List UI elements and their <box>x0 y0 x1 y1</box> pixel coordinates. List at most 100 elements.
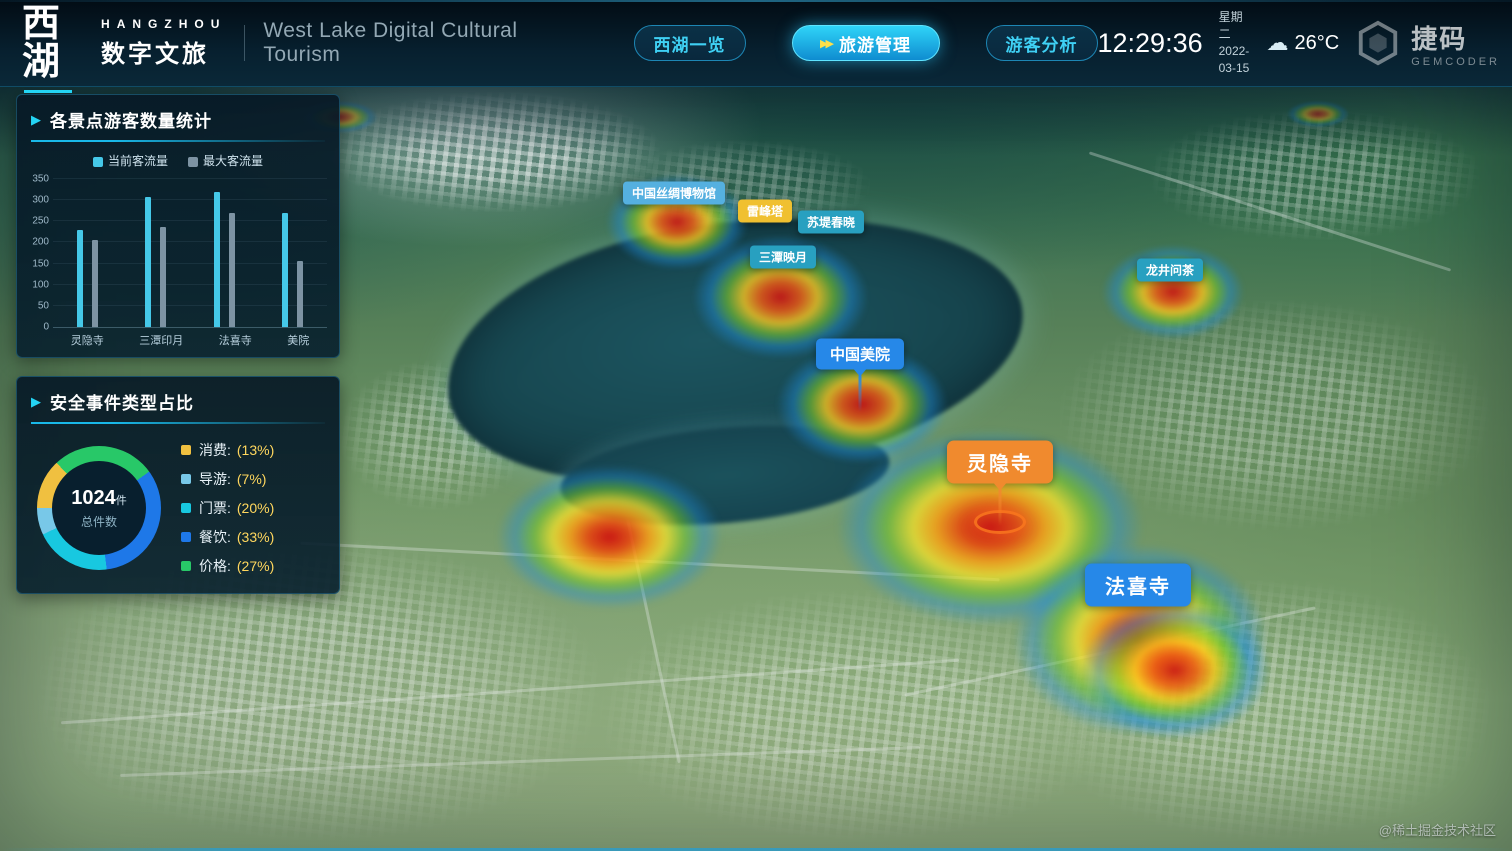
y-tick-label: 300 <box>32 194 49 206</box>
bar-最大客流量-灵隐寺 <box>91 240 98 327</box>
incident-panel-title: ▶ 安全事件类型占比 <box>17 377 339 422</box>
header-right-cluster: 12:29:36 星期二 2022-03-15 ☁ 26°C 捷码 GEMCOD… <box>1098 9 1512 76</box>
app-logo: 西湖 HANGZHOU 数字文旅 <box>0 5 226 93</box>
incident-legend-item: 导游: (7%) <box>181 469 329 489</box>
incident-donut-chart: 1024件 总件数 <box>37 446 161 570</box>
legend-swatch <box>188 156 198 167</box>
bar-当前客流量-三潭印月 <box>145 196 152 327</box>
donut-section: 1024件 总件数 消费: (13%) 导游: (7%) 门票: (20%) 餐饮: (33%… <box>17 424 339 576</box>
dashboard-screen: 中国丝绸博物馆 雷峰塔 苏堤春晓 三潭映月 龙井问茶 中国美院 灵隐寺 法喜寺 西湖 HANG… <box>0 0 1512 851</box>
legend-swatch <box>181 532 191 542</box>
double-arrow-icon: ▶▶ <box>820 37 834 50</box>
donut-total-number: 1024 <box>71 486 116 509</box>
pin-stem <box>858 375 862 412</box>
y-tick-label: 200 <box>32 236 49 248</box>
temperature-text: 26°C <box>1294 31 1340 54</box>
header-divider <box>244 25 246 61</box>
bar-legend: 当前客流量 最大客流量 <box>17 152 339 169</box>
incident-legend-item: 门票: (20%) <box>181 498 329 518</box>
legend-item: 当前客流量 <box>92 152 168 169</box>
legend-swatch <box>181 503 191 513</box>
y-tick-label: 0 <box>43 321 49 333</box>
bar-chart: 0 50 100 150 200 250 300 350 <box>17 174 339 333</box>
x-tick-label: 美院 <box>287 335 310 347</box>
gemcoder-brand: 捷码 GEMCODER <box>1355 19 1500 68</box>
legend-percent: (27%) <box>236 558 275 574</box>
donut-total-value: 1024件 <box>71 487 127 510</box>
bar-最大客流量-三潭印月 <box>160 227 167 327</box>
logo-subtitle-block: HANGZHOU 数字文旅 <box>101 17 226 69</box>
brand-cn-text: 捷码 <box>1411 23 1468 54</box>
donut-legend: 消费: (13%) 导游: (7%) 门票: (20%) 餐饮: (33%) 价格: (27%) <box>181 440 329 576</box>
gemcoder-logo-icon <box>1359 20 1398 66</box>
title-arrow-icon: ▶ <box>31 111 42 127</box>
watermark-text: @稀土掘金技术社区 <box>1378 823 1496 838</box>
title-underline <box>31 140 325 142</box>
legend-swatch <box>181 445 191 455</box>
legend-swatch <box>92 156 103 167</box>
visitor-stats-panel: ▶ 各景点游客数量统计 当前客流量 最大客流量 0 50 100 150 200 250 30… <box>16 94 340 358</box>
donut-center: 1024件 总件数 <box>37 446 161 570</box>
bar-最大客流量-法喜寺 <box>228 212 235 327</box>
poi-ground-ring <box>974 510 1026 534</box>
bar-当前客流量-美院 <box>282 212 289 327</box>
legend-item: 最大客流量 <box>188 152 263 169</box>
map-label-法喜寺[interactable]: 法喜寺 <box>1085 563 1191 607</box>
nav-button-西湖一览[interactable]: 西湖一览 <box>633 25 746 61</box>
nav: 西湖一览 ▶▶ 旅游管理 游客分析 <box>633 25 1098 61</box>
bar-yaxis: 0 50 100 150 200 250 300 350 <box>23 174 53 333</box>
legend-percent: (33%) <box>236 529 275 545</box>
legend-label: 价格: <box>199 558 231 574</box>
logo-digital-tourism-text: 数字文旅 <box>101 41 210 68</box>
weekday-text: 星期二 <box>1218 10 1243 42</box>
map-label-中国美院[interactable]: 中国美院 <box>815 338 905 412</box>
bar-group-美院 <box>282 179 304 327</box>
x-tick-label: 三潭印月 <box>139 335 184 347</box>
nav-button-label: 游客分析 <box>1005 35 1078 55</box>
donut-total-unit: 件 <box>115 494 127 507</box>
incident-panel-title-text: 安全事件类型占比 <box>50 394 194 413</box>
clock: 12:29:36 <box>1097 27 1203 58</box>
incident-type-panel: ▶ 安全事件类型占比 1024件 总件数 消费: (13%) 导游: (7%) 门票: (… <box>16 376 340 594</box>
top-header: 西湖 HANGZHOU 数字文旅 West Lake Digital Cultu… <box>0 0 1512 93</box>
legend-swatch <box>181 474 191 484</box>
date-text: 2022-03-15 <box>1218 44 1250 75</box>
logo-hangzhou-text: HANGZHOU <box>101 17 227 31</box>
brand-text-block: 捷码 GEMCODER <box>1411 19 1500 68</box>
donut-total-label: 总件数 <box>80 514 117 529</box>
x-tick-label: 灵隐寺 <box>70 335 104 347</box>
header-english-subtitle: West Lake Digital Cultural Tourism <box>263 19 518 66</box>
y-tick-label: 150 <box>32 258 49 270</box>
bar-group-三潭印月 <box>145 179 167 327</box>
y-tick-label: 350 <box>32 173 49 185</box>
x-tick-label: 法喜寺 <box>218 335 252 347</box>
nav-button-旅游管理[interactable]: ▶▶ 旅游管理 <box>791 25 940 61</box>
brand-en-text: GEMCODER <box>1411 55 1500 68</box>
map-label-中国丝绸博物馆[interactable]: 中国丝绸博物馆 <box>622 181 726 205</box>
map-label-龙井问茶[interactable]: 龙井问茶 <box>1136 258 1204 282</box>
weather-widget: ☁ 26°C <box>1267 30 1340 56</box>
bar-当前客流量-法喜寺 <box>213 191 220 327</box>
nav-button-游客分析[interactable]: 游客分析 <box>985 25 1098 61</box>
visitor-panel-title-text: 各景点游客数量统计 <box>50 112 212 131</box>
bar-当前客流量-灵隐寺 <box>76 229 83 327</box>
cloud-icon: ☁ <box>1266 30 1289 55</box>
y-tick-label: 50 <box>37 300 49 312</box>
map-label-三潭映月[interactable]: 三潭映月 <box>749 245 817 269</box>
y-tick-label: 250 <box>32 215 49 227</box>
legend-percent: (7%) <box>236 471 267 487</box>
legend-swatch <box>181 561 191 571</box>
date-block: 星期二 2022-03-15 <box>1219 9 1251 76</box>
bar-最大客流量-美院 <box>297 261 304 327</box>
legend-label: 消费: <box>199 442 231 458</box>
incident-legend-item: 价格: (27%) <box>181 556 329 576</box>
legend-label: 门票: <box>199 500 231 516</box>
legend-label: 导游: <box>199 471 231 487</box>
map-label-苏堤春晓[interactable]: 苏堤春晓 <box>797 210 865 234</box>
bar-groups <box>53 179 327 327</box>
logo-cn-text: 西湖 <box>22 5 87 93</box>
map-label-雷峰塔[interactable]: 雷峰塔 <box>737 199 793 223</box>
incident-legend-item: 消费: (13%) <box>181 440 329 460</box>
y-tick-label: 100 <box>32 279 49 291</box>
map-label-灵隐寺[interactable]: 灵隐寺 <box>947 440 1053 526</box>
